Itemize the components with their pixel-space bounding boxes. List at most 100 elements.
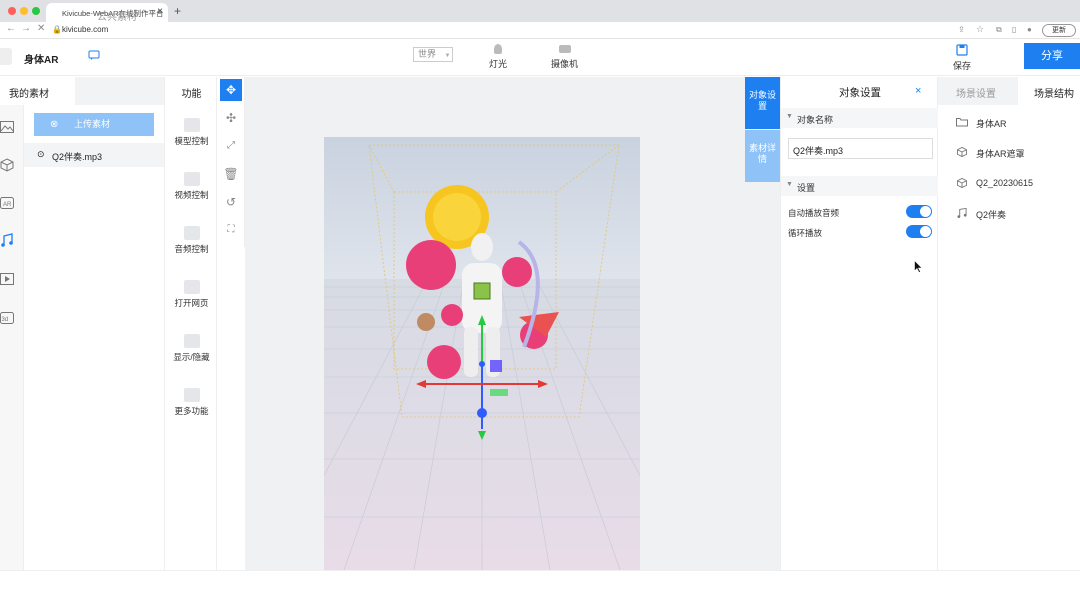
loop-toggle[interactable] bbox=[906, 225, 932, 238]
function-video-control[interactable]: 视频控制 bbox=[165, 172, 218, 201]
function-label: 视频控制 bbox=[174, 190, 209, 200]
folder-icon bbox=[956, 118, 968, 127]
world-select-value: 世界 bbox=[418, 49, 437, 59]
model-icon bbox=[183, 118, 200, 132]
profile-icon[interactable]: ● bbox=[1027, 25, 1032, 34]
rotate-tool-icon[interactable]: ✣ bbox=[220, 107, 242, 129]
object-settings-panel: 对象设置 × ▼ 对象名称 Q2伴奏.mp3 ▼ 设置 自动播放音频 循环播放 bbox=[780, 77, 939, 570]
3d-icon[interactable]: 3d bbox=[0, 312, 14, 324]
chevron-down-icon: ▼ bbox=[444, 53, 451, 59]
cube-icon[interactable] bbox=[0, 158, 14, 172]
function-more[interactable]: 更多功能 bbox=[165, 388, 218, 417]
new-tab-icon[interactable]: + bbox=[174, 4, 181, 18]
app-header: 身体AR 世界 ▼ 灯光 摄像机 保存 分享 bbox=[0, 40, 1080, 76]
section-label: 对象名称 bbox=[797, 115, 834, 125]
scene-viewport[interactable] bbox=[324, 137, 640, 570]
save-icon bbox=[956, 44, 968, 56]
scene-item-label: 身体AR bbox=[976, 119, 1007, 129]
loop-label: 循环播放 bbox=[788, 228, 823, 238]
window-minimize-dot[interactable] bbox=[20, 7, 28, 15]
scene-panel: 场景设置 场景结构 身体AR 身体AR遮罩 Q2_20230615 Q2伴奏 bbox=[938, 77, 1080, 570]
functions-title: 功能 bbox=[181, 89, 202, 100]
camera-label: 摄像机 bbox=[551, 59, 579, 69]
star-icon[interactable]: ☆ bbox=[976, 24, 984, 35]
back-arrow-icon[interactable] bbox=[0, 48, 12, 65]
ar-icon[interactable]: AR bbox=[0, 197, 14, 209]
side-tab-object-settings[interactable]: 对象设置 bbox=[745, 77, 780, 129]
move-tool-icon[interactable]: ✥ bbox=[220, 79, 242, 101]
function-label: 音频控制 bbox=[174, 244, 209, 254]
transform-toolbar: ✥ ✣ ⤢ 🗑 ↺ ⛶ bbox=[217, 77, 245, 247]
light-button[interactable]: 灯光 bbox=[489, 44, 507, 70]
function-label: 模型控制 bbox=[174, 136, 209, 146]
functions-column: 功能 模型控制 视频控制 音频控制 打开网页 显示/隐藏 更多功能 bbox=[164, 77, 217, 570]
asset-list-item[interactable]: ⊙ Q2伴奏.mp3 bbox=[24, 143, 164, 167]
section-settings[interactable]: ▼ 设置 bbox=[781, 176, 939, 196]
project-title: 身体AR bbox=[24, 55, 59, 66]
stop-icon[interactable]: ✕ bbox=[37, 23, 45, 34]
share-button[interactable]: 分享 bbox=[1024, 43, 1080, 69]
play-circle-icon[interactable]: ⊙ bbox=[37, 149, 45, 160]
trash-icon[interactable]: 🗑 bbox=[220, 163, 242, 185]
function-show-hide[interactable]: 显示/隐藏 bbox=[165, 334, 218, 363]
music-icon[interactable] bbox=[0, 233, 24, 255]
window-close-dot[interactable] bbox=[8, 7, 16, 15]
scene-item-label: 身体AR遮罩 bbox=[976, 149, 1025, 159]
scene-item[interactable]: Q2_20230615 bbox=[957, 178, 1034, 188]
upload-icon: ⊗ bbox=[50, 119, 59, 130]
asset-item-label: Q2伴奏.mp3 bbox=[52, 152, 103, 162]
eye-icon bbox=[183, 334, 200, 348]
side-tab-asset-details[interactable]: 素材详情 bbox=[745, 130, 780, 182]
scene-item-label: Q2_20230615 bbox=[976, 178, 1034, 188]
light-label: 灯光 bbox=[489, 59, 508, 69]
world-select[interactable]: 世界 ▼ bbox=[413, 47, 453, 62]
close-icon[interactable]: × bbox=[915, 85, 921, 97]
cube-icon bbox=[957, 178, 967, 188]
tab-my-assets-label: 我的素材 bbox=[9, 89, 49, 100]
back-icon[interactable]: ← bbox=[6, 23, 16, 34]
save-label: 保存 bbox=[953, 61, 972, 71]
update-button[interactable]: 更新 bbox=[1042, 24, 1076, 37]
svg-text:AR: AR bbox=[3, 202, 12, 208]
function-open-webpage[interactable]: 打开网页 bbox=[165, 280, 218, 309]
scene-item[interactable]: 身体AR遮罩 bbox=[957, 147, 1025, 160]
extensions-icon[interactable]: ⧉ bbox=[996, 25, 1002, 35]
tab-public-assets[interactable]: 公共素材 bbox=[97, 8, 137, 23]
function-model-control[interactable]: 模型控制 bbox=[165, 118, 218, 147]
feedback-icon[interactable] bbox=[88, 50, 100, 61]
lightbulb-icon bbox=[494, 44, 502, 54]
tab-my-assets[interactable]: 我的素材 bbox=[0, 77, 75, 105]
window-zoom-dot[interactable] bbox=[32, 7, 40, 15]
function-label: 打开网页 bbox=[174, 298, 209, 308]
video-icon[interactable] bbox=[0, 273, 14, 285]
function-label: 显示/隐藏 bbox=[173, 352, 210, 362]
object-name-field[interactable]: Q2伴奏.mp3 bbox=[788, 138, 933, 159]
scene-item[interactable]: Q2伴奏 bbox=[957, 208, 1006, 221]
tab-scene-structure[interactable]: 场景结构 bbox=[1034, 85, 1074, 100]
save-button[interactable]: 保存 bbox=[953, 44, 971, 72]
section-object-name[interactable]: ▼ 对象名称 bbox=[781, 108, 939, 128]
audio-wave-icon bbox=[183, 226, 200, 240]
music-icon bbox=[957, 208, 967, 218]
undo-icon[interactable]: ↺ bbox=[220, 191, 242, 213]
fullscreen-icon[interactable]: ⛶ bbox=[220, 219, 242, 241]
camera-button[interactable]: 摄像机 bbox=[551, 44, 578, 70]
bottom-strip bbox=[0, 570, 1080, 597]
share-page-icon[interactable]: ⇪ bbox=[958, 25, 965, 34]
upload-assets-button[interactable]: ⊗ 上传素材 bbox=[34, 113, 154, 136]
image-icon[interactable] bbox=[0, 121, 14, 133]
caret-down-icon: ▼ bbox=[786, 113, 793, 120]
scene-item[interactable]: 身体AR bbox=[956, 117, 1007, 130]
forward-icon[interactable]: → bbox=[21, 23, 31, 34]
close-tab-icon[interactable]: × bbox=[157, 6, 163, 17]
url-text[interactable]: kivicube.com bbox=[62, 25, 108, 34]
function-audio-control[interactable]: 音频控制 bbox=[165, 226, 218, 255]
sidebar-icon[interactable]: ▯ bbox=[1012, 25, 1016, 34]
lock-icon: 🔒 bbox=[52, 25, 62, 34]
scale-tool-icon[interactable]: ⤢ bbox=[220, 135, 242, 157]
mouse-cursor-icon bbox=[914, 260, 923, 273]
tab-scene-settings[interactable]: 场景设置 bbox=[956, 85, 996, 100]
caret-down-icon: ▼ bbox=[786, 181, 793, 188]
autoplay-toggle[interactable] bbox=[906, 205, 932, 218]
camera-icon bbox=[558, 45, 571, 53]
